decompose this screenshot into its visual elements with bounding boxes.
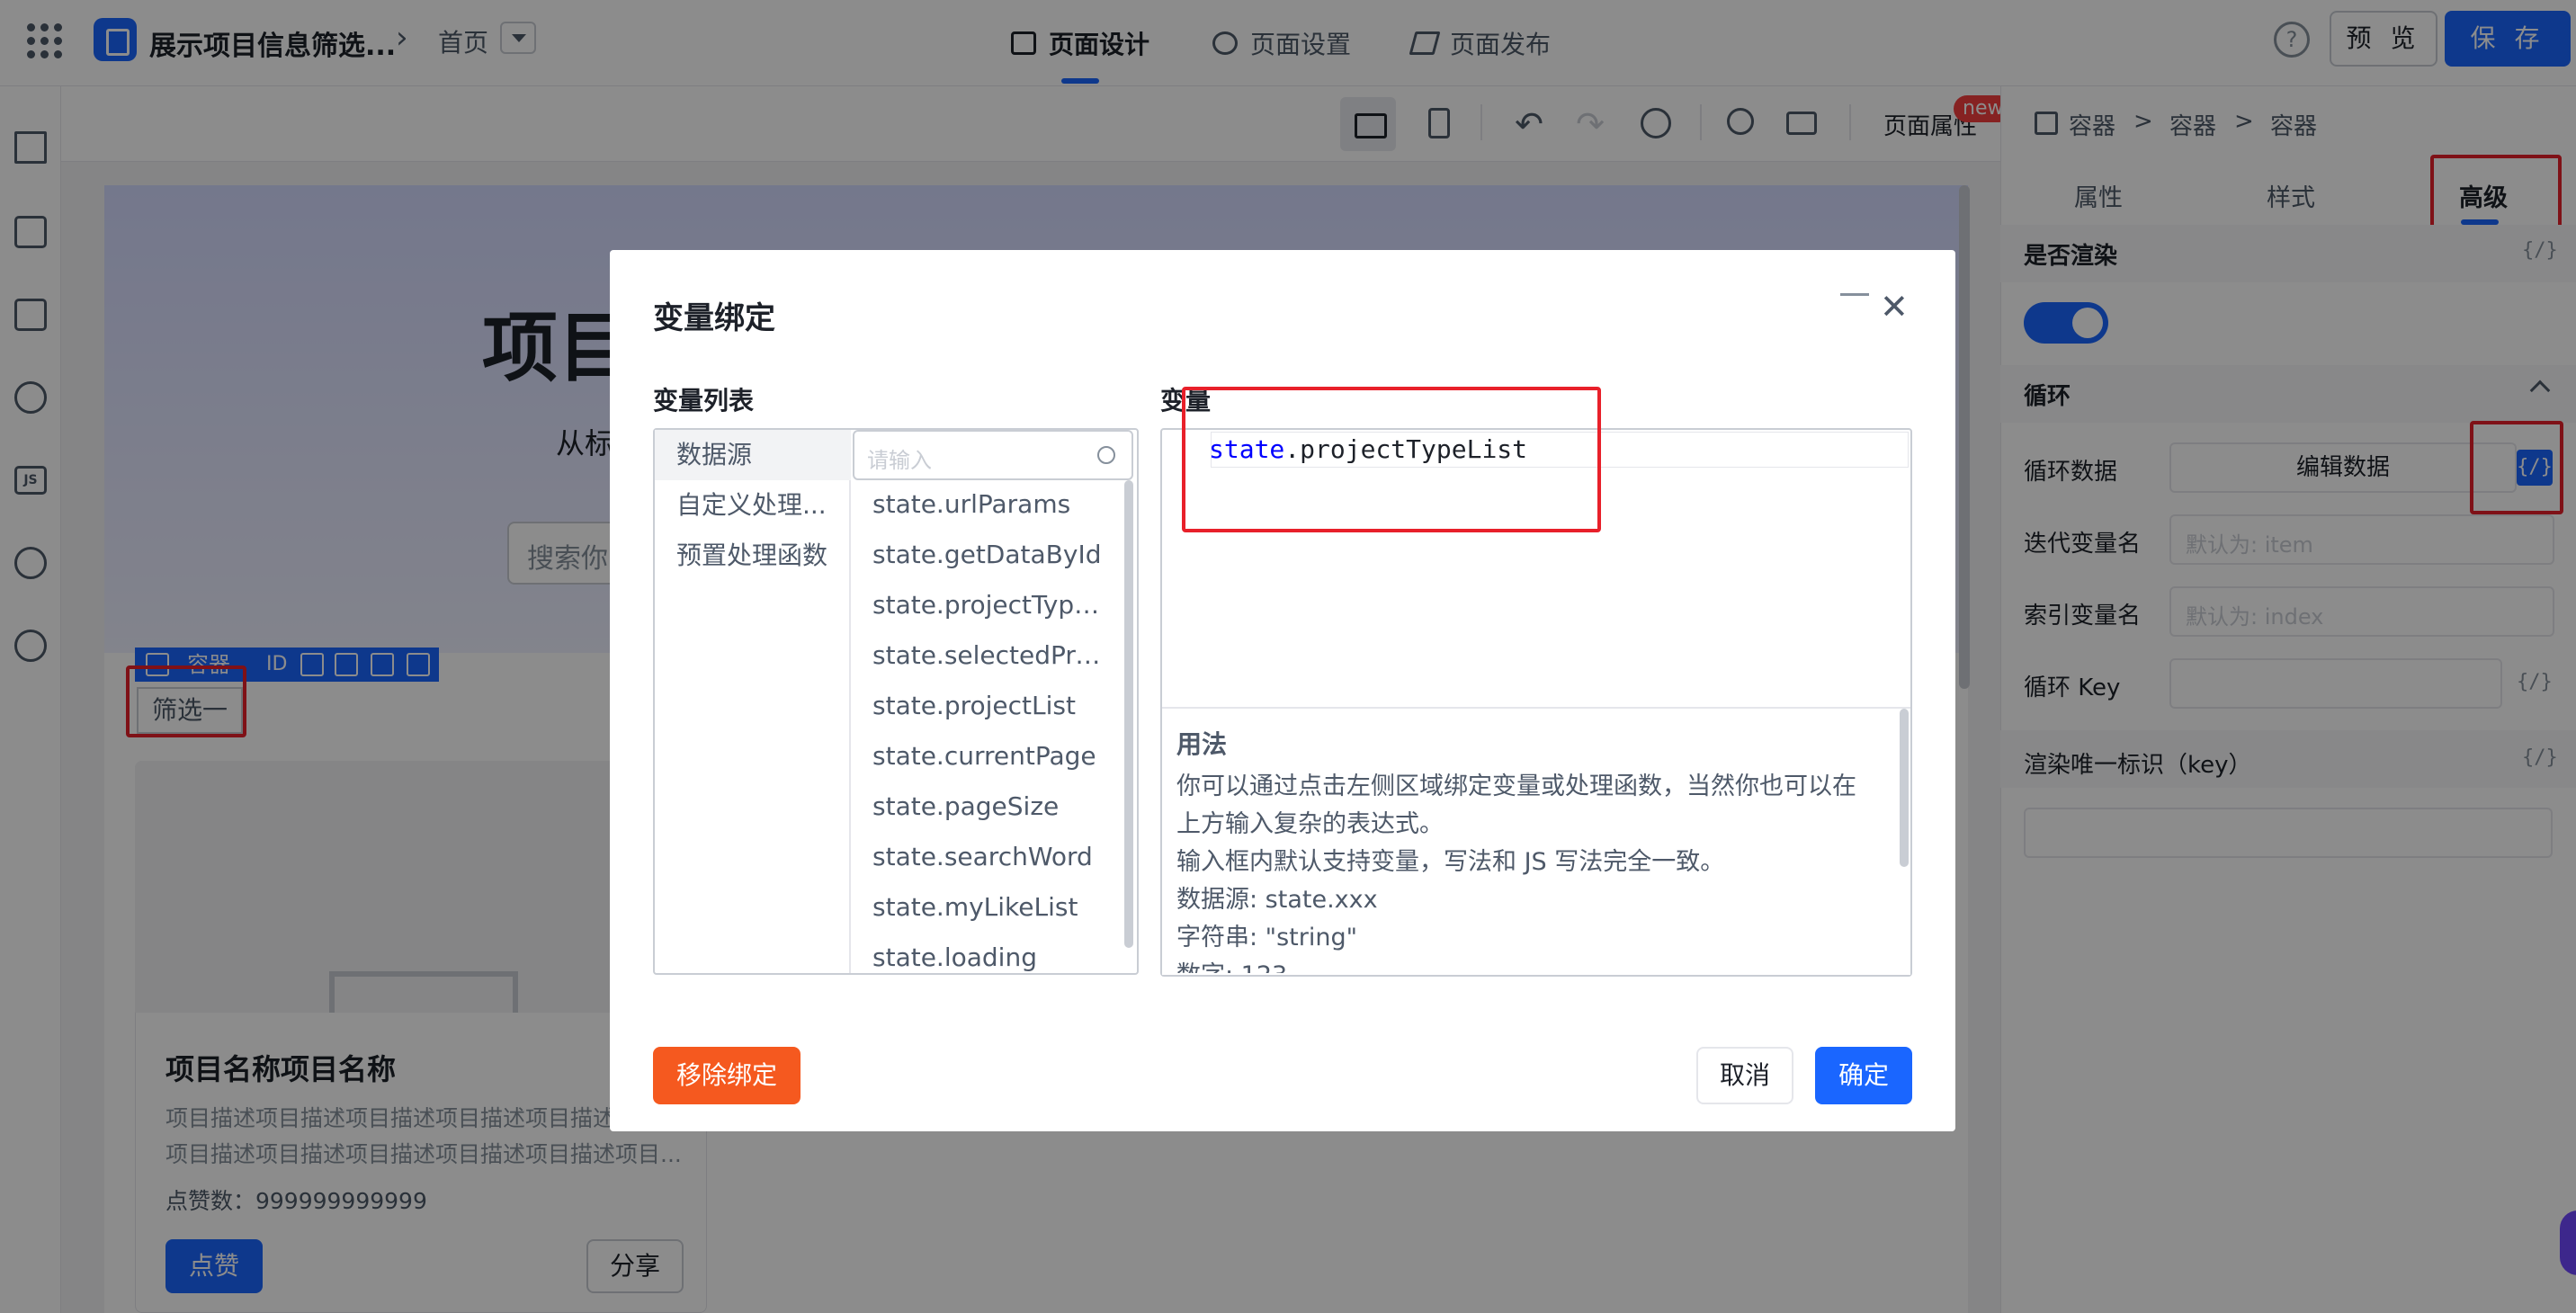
usage-scrollbar[interactable]	[1900, 709, 1909, 867]
variable-item[interactable]: state.selectedPro...	[872, 640, 1108, 670]
variable-item[interactable]: state.urlParams	[872, 489, 1108, 519]
variable-item[interactable]: state.currentPage	[872, 741, 1108, 771]
variable-search-input[interactable]: 请输入	[853, 430, 1133, 480]
confirm-button[interactable]: 确定	[1815, 1047, 1912, 1104]
close-icon[interactable]: ✕	[1880, 290, 1909, 324]
category-datasource[interactable]: 数据源	[655, 430, 851, 480]
variable-item[interactable]: state.pageSize	[872, 791, 1108, 821]
usage-line: 数字: 123	[1176, 955, 1287, 973]
usage-line: 你可以通过点击左侧区域绑定变量或处理函数，当然你也可以在	[1176, 773, 1856, 800]
search-icon	[1097, 446, 1115, 464]
variable-item[interactable]: state.searchWord	[872, 842, 1108, 871]
usage-title: 用法	[1176, 729, 1228, 759]
variable-list-label: 变量列表	[653, 386, 755, 415]
variable-list-scrollbar[interactable]	[1124, 480, 1133, 948]
variable-item[interactable]: state.loading	[872, 942, 1108, 971]
usage-line: 数据源: state.xxx	[1176, 886, 1378, 914]
usage-line: 上方输入复杂的表达式。	[1176, 810, 1444, 838]
search-placeholder: 请输入	[867, 448, 932, 473]
remove-binding-button[interactable]: 移除绑定	[653, 1047, 801, 1104]
category-preset-functions[interactable]: 预置处理函数	[655, 531, 851, 581]
variable-item[interactable]: state.projectList	[872, 691, 1108, 720]
minimize-icon[interactable]	[1840, 293, 1869, 296]
dialog-title: 变量绑定	[653, 300, 775, 336]
usage-line: 输入框内默认支持变量，写法和 JS 写法完全一致。	[1176, 848, 1725, 876]
cancel-button[interactable]: 取消	[1696, 1047, 1793, 1104]
variable-item[interactable]: state.getDataById	[872, 540, 1108, 569]
variable-item[interactable]: state.projectType...	[872, 590, 1108, 620]
usage-line: 字符串: "string"	[1176, 924, 1358, 951]
highlight-box-expression	[1182, 387, 1601, 532]
category-custom-handler[interactable]: 自定义处理...	[655, 480, 851, 531]
variable-item[interactable]: state.myLikeList	[872, 892, 1108, 922]
